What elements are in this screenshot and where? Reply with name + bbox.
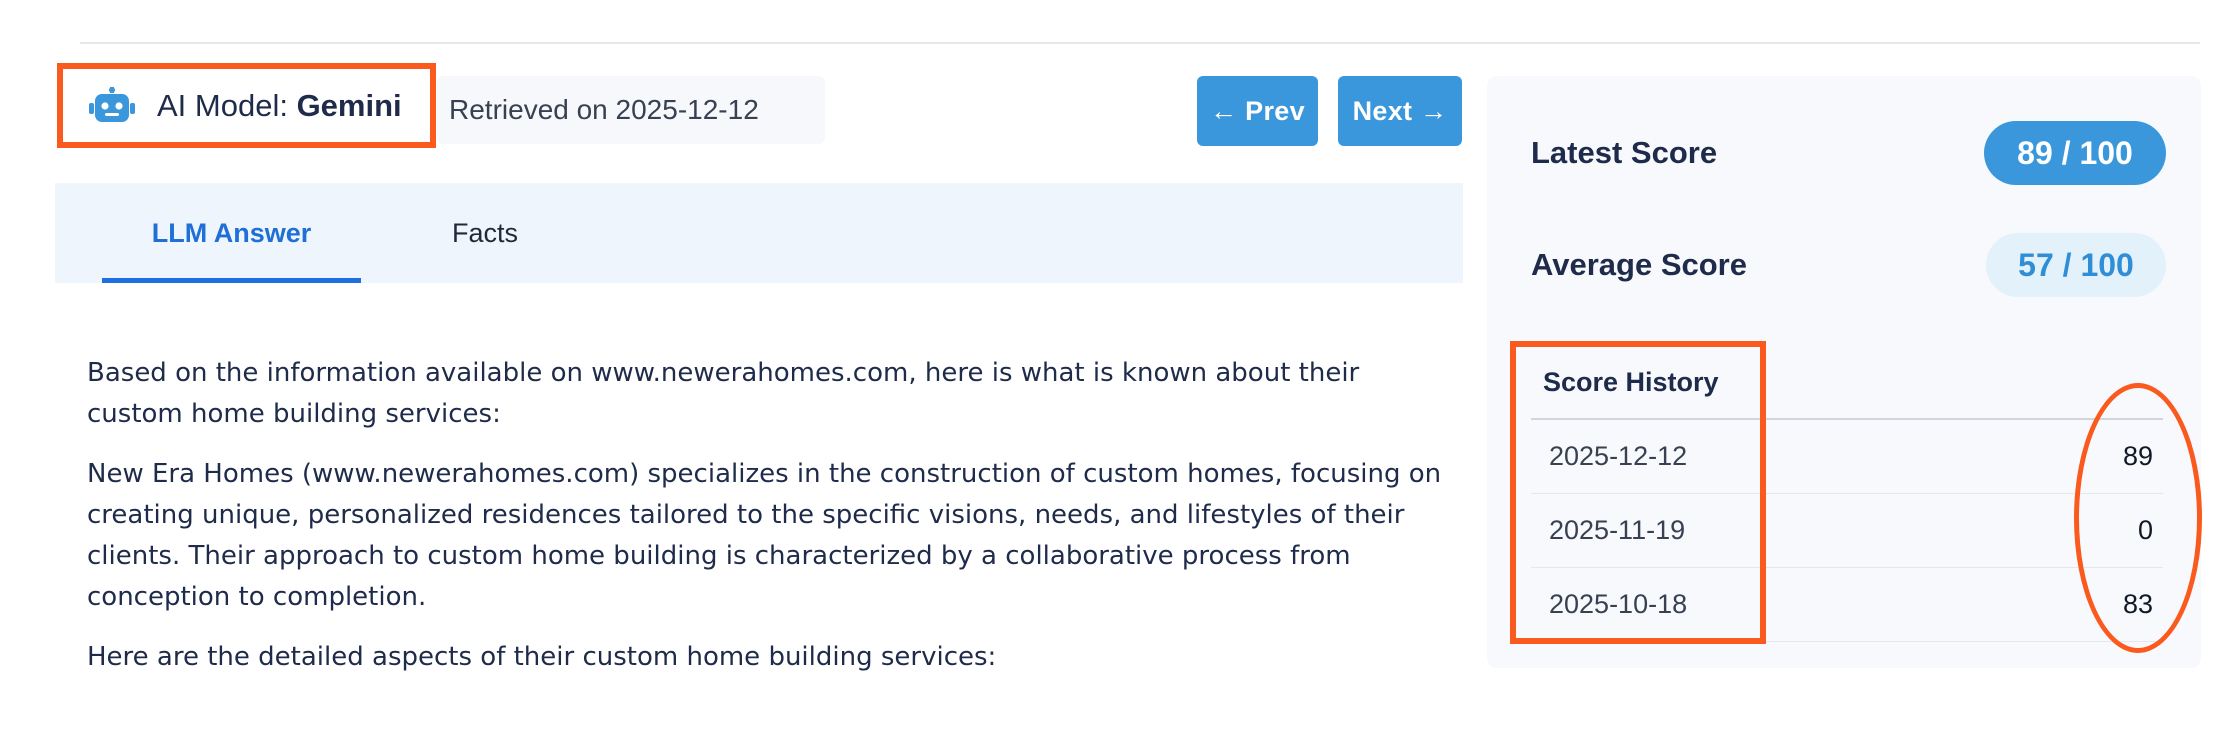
history-date: 2025-12-12 bbox=[1549, 441, 1688, 471]
average-score-row: Average Score 57 / 100 bbox=[1531, 233, 2166, 297]
average-score-badge: 57 / 100 bbox=[1986, 233, 2166, 297]
history-score: 89 bbox=[2122, 441, 2153, 471]
llm-answer-content: Based on the information available on ww… bbox=[87, 353, 1457, 697]
answer-paragraph: Here are the detailed aspects of their c… bbox=[87, 642, 997, 672]
tab-llm-answer[interactable]: LLM Answer bbox=[102, 183, 361, 283]
top-divider bbox=[80, 42, 2200, 44]
next-button[interactable]: Next → bbox=[1338, 76, 1462, 146]
tab-facts[interactable]: Facts bbox=[415, 183, 555, 283]
answer-paragraph: New Era Homes (www.newerahomes.com) spec… bbox=[87, 459, 1442, 612]
tab-bar: LLM Answer Facts bbox=[55, 183, 1463, 283]
model-name: Gemini bbox=[296, 87, 402, 123]
history-row: 2025-10-18 83 bbox=[1531, 568, 2163, 642]
score-history-title: Score History bbox=[1531, 346, 2163, 420]
retrieved-date: Retrieved on 2025-12-12 bbox=[437, 76, 825, 144]
history-date: 2025-10-18 bbox=[1549, 589, 1688, 619]
answer-paragraph: Based on the information available on ww… bbox=[87, 358, 1360, 429]
prev-button[interactable]: ← Prev bbox=[1197, 76, 1318, 146]
history-score: 83 bbox=[2122, 589, 2153, 619]
history-date: 2025-11-19 bbox=[1549, 515, 1686, 545]
score-history-table: Score History 2025-12-12 89 2025-11-19 0… bbox=[1531, 346, 2163, 642]
latest-score-label: Latest Score bbox=[1531, 135, 1718, 170]
model-text: AI Model: Gemini bbox=[157, 88, 402, 124]
latest-score-badge: 89 / 100 bbox=[1984, 121, 2166, 185]
robot-icon bbox=[89, 86, 135, 122]
latest-score-row: Latest Score 89 / 100 bbox=[1531, 121, 2166, 185]
average-score-label: Average Score bbox=[1531, 247, 1747, 282]
history-row: 2025-11-19 0 bbox=[1531, 494, 2163, 568]
ai-model-indicator: AI Model: Gemini bbox=[57, 63, 436, 148]
history-score: 0 bbox=[2137, 515, 2153, 545]
model-label: AI Model: bbox=[157, 87, 297, 123]
history-row: 2025-12-12 89 bbox=[1531, 420, 2163, 494]
score-panel: Latest Score 89 / 100 Average Score 57 /… bbox=[1487, 76, 2201, 668]
